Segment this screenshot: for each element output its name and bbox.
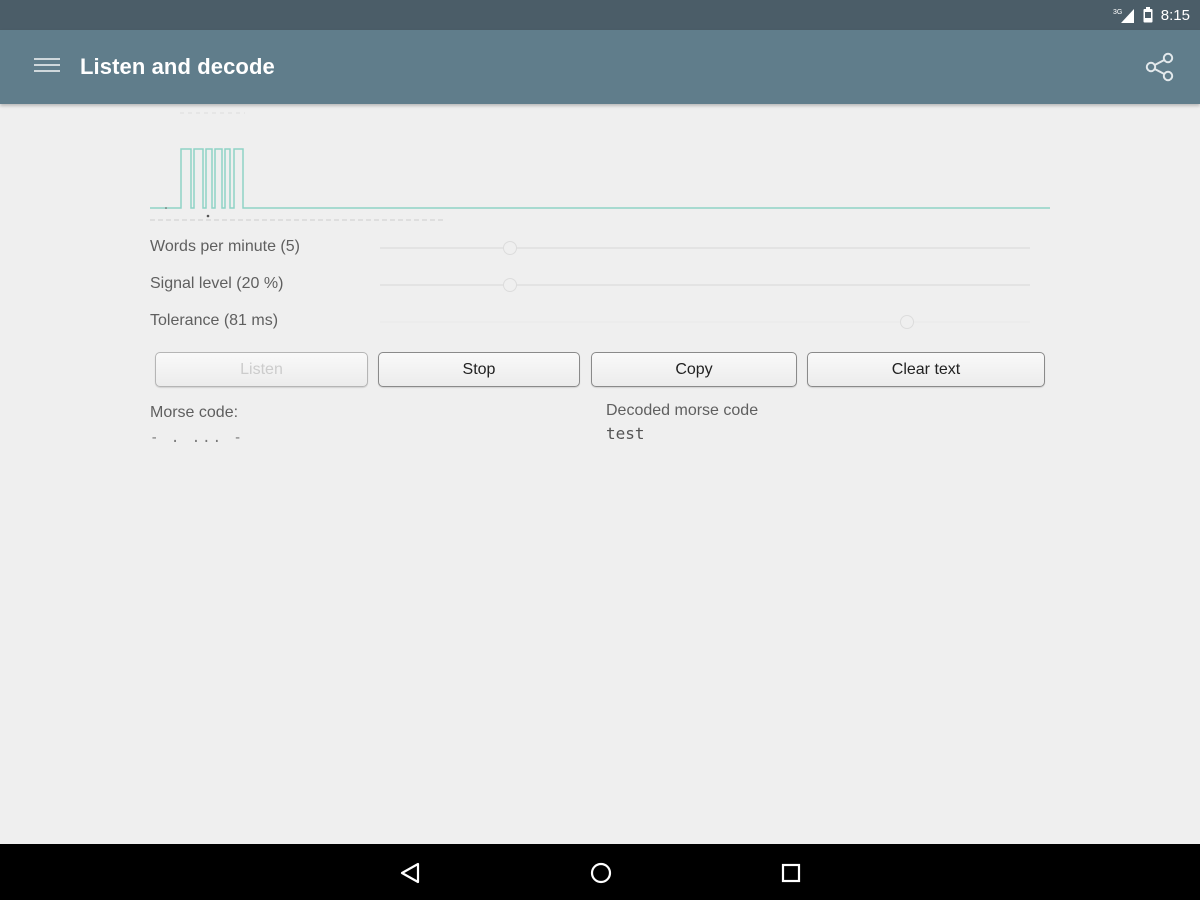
status-bar: 3G 8:15 bbox=[0, 0, 1200, 30]
menu-icon[interactable] bbox=[34, 58, 60, 76]
recents-icon[interactable] bbox=[776, 858, 806, 888]
wpm-label: Words per minute (5) bbox=[150, 238, 300, 255]
home-icon[interactable] bbox=[586, 858, 616, 888]
clear-text-button[interactable]: Clear text bbox=[807, 352, 1045, 387]
decoded-value: test bbox=[606, 424, 645, 443]
stop-button[interactable]: Stop bbox=[378, 352, 580, 387]
signal-waveform bbox=[150, 112, 1050, 221]
tolerance-label: Tolerance (81 ms) bbox=[150, 312, 279, 329]
morse-code-label: Morse code: bbox=[150, 404, 239, 421]
network-type: 3G bbox=[1113, 9, 1122, 16]
back-icon[interactable] bbox=[396, 858, 426, 888]
listen-button[interactable]: Listen bbox=[155, 352, 368, 387]
decoded-label: Decoded morse code bbox=[606, 402, 759, 419]
signal-icon: 3G bbox=[1113, 7, 1135, 23]
app-bar: Listen and decode bbox=[0, 30, 1200, 104]
tolerance-slider-thumb[interactable] bbox=[899, 315, 914, 329]
share-icon[interactable] bbox=[1144, 52, 1176, 87]
page-title: Listen and decode bbox=[80, 54, 275, 79]
battery-icon bbox=[1143, 7, 1153, 23]
navigation-bar bbox=[0, 844, 1200, 900]
morse-code-value: - . ... - bbox=[150, 430, 244, 446]
copy-button[interactable]: Copy bbox=[591, 352, 797, 387]
status-icons: 3G 8:15 bbox=[1113, 5, 1190, 25]
slider-row-tolerance: Tolerance (81 ms) bbox=[150, 306, 1050, 336]
signal-level-slider[interactable] bbox=[380, 278, 1030, 292]
tolerance-slider[interactable] bbox=[380, 315, 1030, 329]
slider-row-wpm: Words per minute (5) bbox=[150, 232, 1050, 262]
wpm-slider[interactable] bbox=[380, 241, 1030, 255]
signal-level-label: Signal level (20 %) bbox=[150, 275, 284, 292]
wpm-slider-thumb[interactable] bbox=[503, 241, 517, 255]
clock: 8:15 bbox=[1160, 6, 1190, 24]
slider-row-signal: Signal level (20 %) bbox=[150, 269, 1050, 299]
signal-level-slider-thumb[interactable] bbox=[503, 278, 517, 292]
